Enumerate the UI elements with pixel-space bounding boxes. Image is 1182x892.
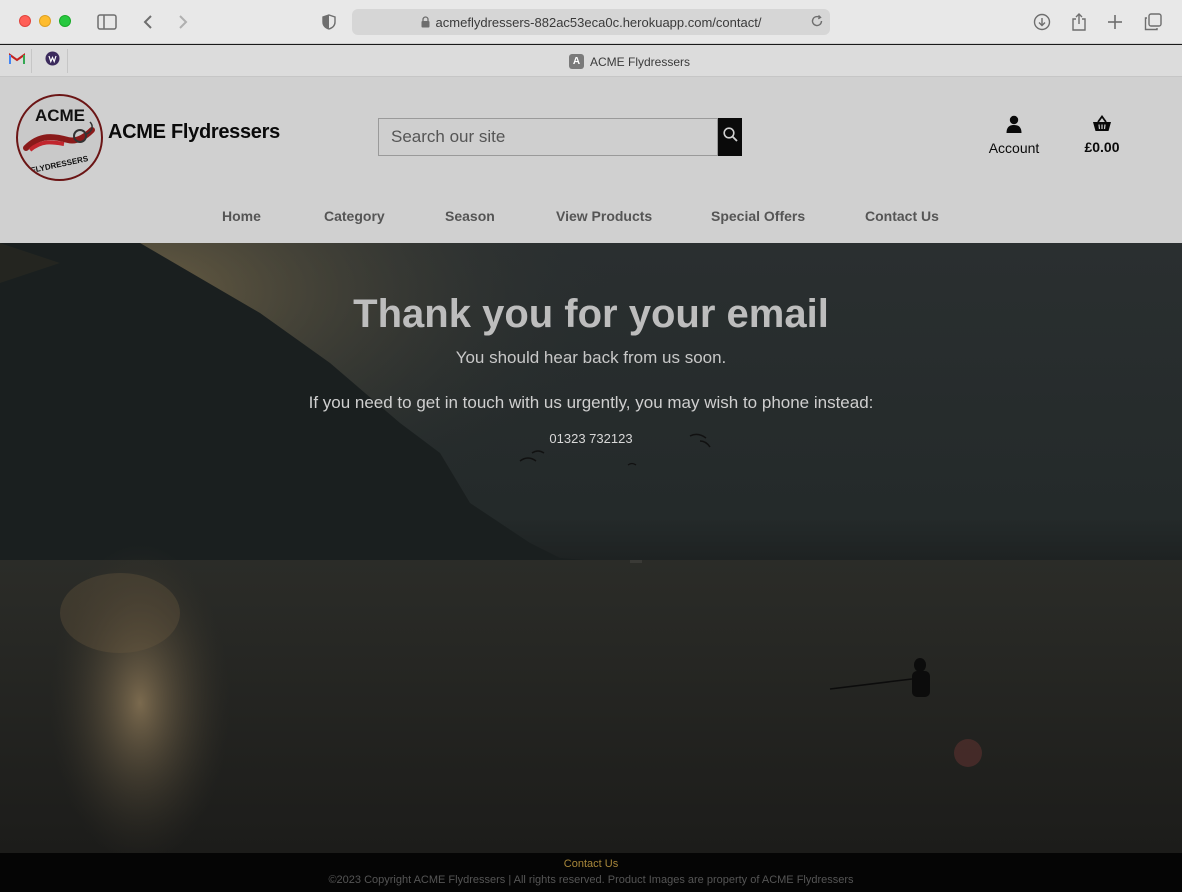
basket-icon <box>1092 114 1112 135</box>
hero-section: Thank you for your email You should hear… <box>0 243 1182 853</box>
basket-link[interactable]: £0.00 <box>1080 114 1124 155</box>
basket-total: £0.00 <box>1084 139 1120 155</box>
brand-name[interactable]: ACME Flydressers <box>108 121 280 144</box>
site-footer: Contact Us ©2023 Copyright ACME Flydress… <box>0 853 1182 892</box>
search-button[interactable] <box>718 118 742 156</box>
share-icon[interactable] <box>1070 11 1088 33</box>
address-bar[interactable]: acmeflydressers-882ac53eca0c.herokuapp.c… <box>352 9 830 35</box>
site-logo[interactable]: ACME FLYDRESSERS <box>16 94 103 181</box>
footer-contact-link[interactable]: Contact Us <box>0 858 1182 870</box>
hero-subtitle: You should hear back from us soon. <box>455 348 727 367</box>
web-page: ACME FLYDRESSERS ACME Flydressers Search… <box>0 77 1182 892</box>
search-form <box>378 118 742 156</box>
privacy-shield-icon[interactable] <box>320 11 338 33</box>
gmail-icon <box>8 52 25 70</box>
nav-special-offers[interactable]: Special Offers <box>711 208 805 224</box>
tab-favicon: A <box>569 54 584 69</box>
account-label: Account <box>988 140 1040 156</box>
nav-home[interactable]: Home <box>222 208 261 224</box>
nav-contact-us[interactable]: Contact Us <box>865 208 939 224</box>
w-logo-icon <box>45 51 60 71</box>
url-text: acmeflydressers-882ac53eca0c.herokuapp.c… <box>435 14 762 30</box>
tab-bar: A ACME Flydressers <box>0 45 1182 77</box>
account-link[interactable]: Account <box>986 115 1042 156</box>
browser-window: acmeflydressers-882ac53eca0c.herokuapp.c… <box>0 0 1182 892</box>
user-icon <box>1006 115 1022 136</box>
search-input[interactable] <box>378 118 718 156</box>
logo-text-top: ACME <box>35 106 85 125</box>
close-window-button[interactable] <box>19 15 31 27</box>
forward-icon[interactable] <box>175 11 191 33</box>
site-header: ACME FLYDRESSERS ACME Flydressers Search… <box>0 77 1182 243</box>
active-tab[interactable]: A ACME Flydressers <box>569 54 690 69</box>
minimize-window-button[interactable] <box>39 15 51 27</box>
tab-title-text: ACME Flydressers <box>590 54 691 69</box>
lock-icon <box>421 16 430 28</box>
footer-copyright: ©2023 Copyright ACME Flydressers | All r… <box>328 874 854 886</box>
back-icon[interactable] <box>140 11 156 33</box>
browser-toolbar: acmeflydressers-882ac53eca0c.herokuapp.c… <box>0 0 1182 44</box>
nav-view-products[interactable]: View Products <box>556 208 652 224</box>
hero-title: Thank you for your email <box>353 292 829 336</box>
sidebar-toggle-icon[interactable] <box>96 11 118 33</box>
nav-category[interactable]: Category <box>324 208 385 224</box>
pinned-tab-gmail[interactable] <box>2 49 32 73</box>
urgent-contact-text: If you need to get in touch with us urge… <box>308 393 874 412</box>
new-tab-icon[interactable] <box>1106 11 1124 33</box>
downloads-icon[interactable] <box>1032 11 1052 33</box>
phone-number[interactable]: 01323 732123 <box>0 431 1182 446</box>
pinned-tab-w[interactable] <box>38 49 68 73</box>
nav-season[interactable]: Season <box>445 208 495 224</box>
main-nav: Home Category Season View Products Speci… <box>0 197 1182 237</box>
logo-text-bottom: FLYDRESSERS <box>30 154 90 175</box>
search-icon <box>722 127 738 147</box>
zoom-window-button[interactable] <box>59 15 71 27</box>
reload-icon[interactable] <box>810 14 824 28</box>
tab-overview-icon[interactable] <box>1143 11 1163 33</box>
